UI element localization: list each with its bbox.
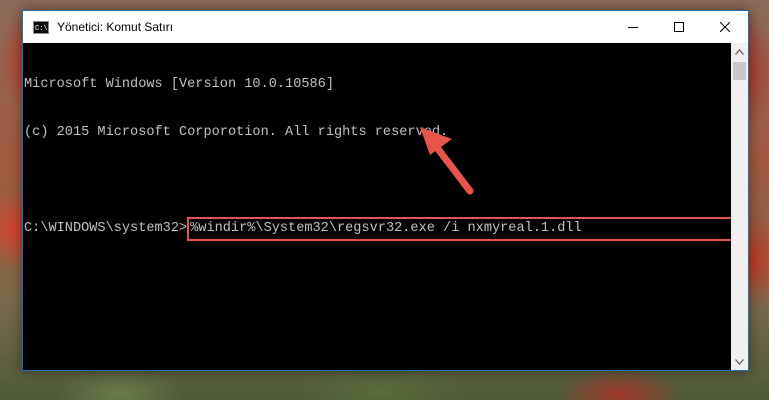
svg-text:C:\: C:\	[35, 25, 47, 32]
command-prompt-window[interactable]: C:\ Yönetici: Komut Satırı Microsoft Win…	[22, 10, 749, 371]
scroll-up-button[interactable]	[731, 43, 748, 60]
minimize-icon	[628, 27, 638, 28]
console-line: (c) 2015 Microsoft Corporotion. All righ…	[24, 125, 449, 140]
red-arrow-icon	[420, 127, 474, 195]
scroll-thumb[interactable]	[733, 62, 746, 80]
title-bar[interactable]: C:\ Yönetici: Komut Satırı	[23, 11, 748, 43]
scroll-down-button[interactable]	[731, 353, 748, 370]
chevron-down-icon	[735, 358, 744, 365]
console-line: Microsoft Windows [Version 10.0.10586]	[24, 77, 334, 92]
console-output[interactable]: Microsoft Windows [Version 10.0.10586] (…	[23, 43, 746, 370]
command-text: %windir%\System32\regsvr32.exe /i nxmyre…	[190, 221, 582, 236]
vertical-scrollbar[interactable]	[731, 43, 748, 370]
close-button[interactable]	[702, 11, 748, 43]
command-line: C:\WINDOWS\system32> %windir%\System32\re…	[24, 217, 746, 241]
chevron-up-icon	[735, 48, 744, 55]
maximize-button[interactable]	[656, 11, 702, 43]
command-highlight-box: %windir%\System32\regsvr32.exe /i nxmyre…	[187, 217, 746, 241]
cmd-icon: C:\	[33, 20, 49, 34]
minimize-button[interactable]	[610, 11, 656, 43]
window-title: Yönetici: Komut Satırı	[57, 20, 174, 34]
maximize-icon	[674, 22, 684, 32]
prompt-text: C:\WINDOWS\system32>	[24, 221, 188, 236]
close-icon	[720, 22, 730, 32]
